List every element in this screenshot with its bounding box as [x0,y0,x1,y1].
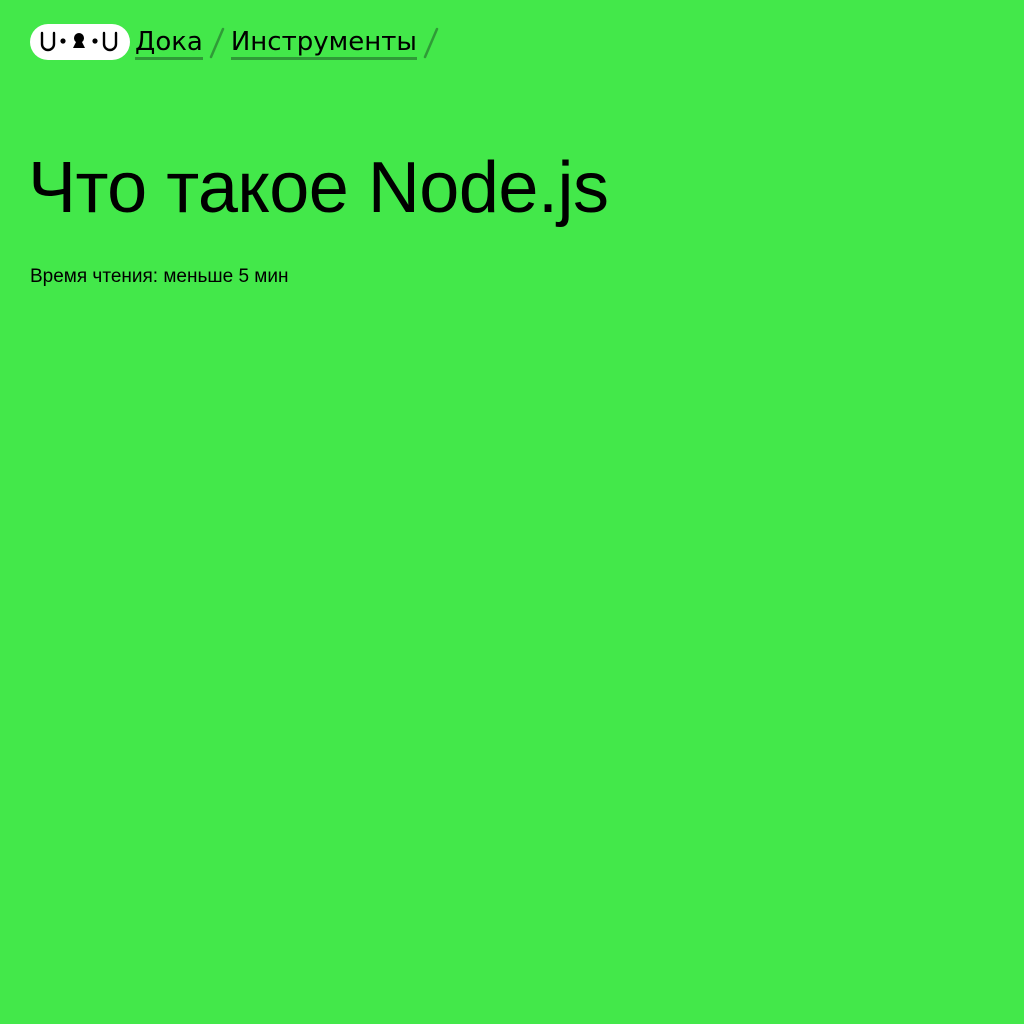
reading-time: Время чтения: меньше 5 мин [30,266,289,287]
breadcrumb-item-doka[interactable]: Дока [135,27,203,60]
breadcrumb-item-instruments[interactable]: Инструменты [230,27,417,60]
header: Дока Инструменты [30,22,445,62]
slash-separator-icon [417,25,445,61]
logo-link[interactable] [30,24,130,60]
page-title: Что такое Node.js [28,148,609,228]
breadcrumb: Дока Инструменты [135,22,445,62]
doka-logo-icon [40,31,118,52]
slash-separator-icon [203,25,231,61]
page: Дока Инструменты Что такое Node.js Время… [0,0,1024,1024]
